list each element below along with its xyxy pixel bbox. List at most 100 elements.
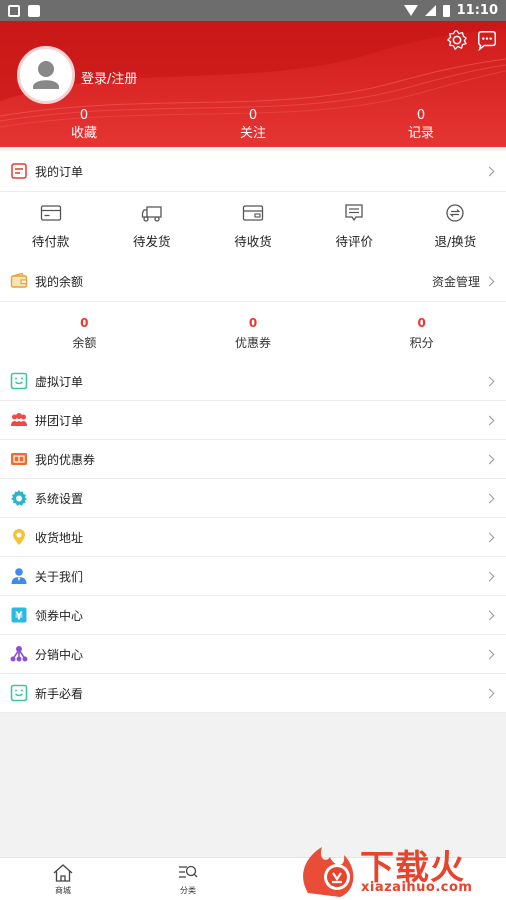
- chevron-right-icon: [484, 166, 495, 176]
- yuan-coupon-icon: ¥: [11, 607, 27, 623]
- truck-icon: [141, 206, 162, 222]
- menu-label: 系统设置: [35, 491, 84, 506]
- pending-receipt-button[interactable]: 待收货: [202, 192, 303, 261]
- points-value: 0: [417, 315, 426, 330]
- tab-label: 分类: [180, 886, 196, 895]
- group-buy-icon: [11, 413, 27, 426]
- my-orders-row[interactable]: 我的订单: [0, 151, 506, 191]
- my-balance-row[interactable]: 我的余额 资金管理: [0, 261, 506, 301]
- card-receive-icon: [242, 205, 264, 221]
- gear-icon[interactable]: [446, 29, 468, 51]
- my-balance-label: 我的余额: [35, 274, 84, 289]
- menu-label: 我的优惠券: [35, 452, 96, 467]
- fund-management-label: 资金管理: [431, 274, 480, 289]
- clock: 11:10: [456, 3, 498, 18]
- menu-item-group-orders[interactable]: 拼团订单: [0, 401, 506, 440]
- tab-label: 商城: [55, 886, 71, 895]
- chevron-right-icon: [484, 454, 495, 464]
- chevron-right-icon: [484, 276, 495, 286]
- balance-stats: 0 余额 0 优惠券 0 积分: [0, 302, 506, 364]
- menu-label: 关于我们: [35, 569, 84, 584]
- my-orders-label: 我的订单: [35, 164, 84, 179]
- balance-value: 0: [80, 315, 89, 330]
- following-stat[interactable]: 0 关注: [213, 107, 293, 143]
- battery-icon: [442, 4, 450, 17]
- fund-management-link[interactable]: 资金管理: [432, 273, 496, 290]
- balance-label: 余额: [72, 335, 97, 350]
- watermark-url: xiazaihuo.com: [361, 880, 473, 895]
- wifi-icon: [403, 5, 418, 16]
- tab-category[interactable]: 分类: [163, 863, 213, 896]
- network-icon: [10, 646, 28, 662]
- menu-list: 虚拟订单 拼团订单 我的优惠券 系统设置 收货地址 关于我们 ¥ 领券中心 分销…: [0, 362, 506, 713]
- menu-item-distribution-center[interactable]: 分销中心: [0, 635, 506, 674]
- menu-item-beginner-guide[interactable]: 新手必看: [0, 674, 506, 713]
- virtual-order-icon: [10, 372, 28, 390]
- status-bar: 11:10: [0, 0, 506, 21]
- svg-text:¥: ¥: [15, 610, 23, 623]
- orders-card: 我的订单 待付款 待发货 待收货 待评价 退/换货: [0, 151, 506, 261]
- notification-icon: [8, 4, 20, 17]
- return-exchange-label: 退/换货: [434, 234, 477, 249]
- category-search-icon: [179, 865, 198, 878]
- history-stat[interactable]: 0 记录: [381, 107, 461, 143]
- history-count: 0: [416, 108, 426, 123]
- favorites-count: 0: [79, 108, 89, 123]
- avatar[interactable]: [17, 46, 75, 104]
- following-count: 0: [248, 108, 258, 123]
- login-register-link[interactable]: 登录/注册: [81, 68, 137, 87]
- wallet-card-icon: [40, 205, 61, 221]
- image-notification-icon: [28, 4, 40, 17]
- chevron-right-icon: [484, 493, 495, 503]
- pending-review-label: 待评价: [335, 234, 373, 249]
- menu-label: 收货地址: [35, 530, 84, 545]
- guide-icon: [10, 684, 28, 702]
- pending-shipment-label: 待发货: [133, 234, 171, 249]
- gear-icon: [11, 490, 27, 506]
- chevron-right-icon: [484, 415, 495, 425]
- menu-item-shipping-address[interactable]: 收货地址: [0, 518, 506, 557]
- chevron-right-icon: [484, 649, 495, 659]
- profile-header: 登录/注册 0 收藏 0 关注 0 记录: [0, 21, 506, 147]
- default-avatar-icon: [33, 61, 59, 89]
- chevron-right-icon: [484, 376, 495, 386]
- coupons-stat[interactable]: 0 优惠券: [169, 302, 338, 364]
- chevron-right-icon: [484, 532, 495, 542]
- favorites-label: 收藏: [70, 126, 97, 141]
- menu-item-virtual-orders[interactable]: 虚拟订单: [0, 362, 506, 401]
- coupons-value: 0: [248, 315, 258, 330]
- coupon-icon: [11, 453, 27, 465]
- menu-label: 新手必看: [35, 686, 84, 701]
- comment-icon: [345, 204, 363, 222]
- pending-payment-label: 待付款: [31, 234, 70, 249]
- pending-payment-button[interactable]: 待付款: [0, 192, 101, 261]
- pending-review-button[interactable]: 待评价: [304, 192, 405, 261]
- chevron-right-icon: [484, 688, 495, 698]
- return-exchange-button[interactable]: 退/换货: [405, 192, 506, 261]
- chevron-right-icon: [484, 571, 495, 581]
- menu-item-system-settings[interactable]: 系统设置: [0, 479, 506, 518]
- profile-page: 11:10 登录/注册 0 收藏 0 关注 0 记录 我的订单 待付款 待发货 …: [0, 0, 506, 900]
- balance-stat[interactable]: 0 余额: [0, 302, 169, 364]
- message-icon[interactable]: [476, 29, 498, 51]
- menu-label: 虚拟订单: [35, 374, 84, 389]
- menu-label: 分销中心: [35, 647, 84, 662]
- points-stat[interactable]: 0 积分: [337, 302, 506, 364]
- menu-item-my-coupons[interactable]: 我的优惠券: [0, 440, 506, 479]
- order-status-bar: 待付款 待发货 待收货 待评价 退/换货: [0, 192, 506, 261]
- menu-label: 拼团订单: [35, 413, 84, 428]
- return-exchange-icon: [446, 204, 465, 222]
- order-list-icon: [11, 163, 27, 179]
- home-icon: [53, 864, 73, 882]
- pending-receipt-label: 待收货: [234, 234, 272, 249]
- pending-shipment-button[interactable]: 待发货: [101, 192, 202, 261]
- history-label: 记录: [407, 126, 434, 141]
- favorites-stat[interactable]: 0 收藏: [44, 107, 124, 143]
- menu-item-about-us[interactable]: 关于我们: [0, 557, 506, 596]
- tab-mall[interactable]: 商城: [38, 863, 88, 896]
- following-label: 关注: [239, 126, 266, 141]
- person-icon: [11, 568, 27, 584]
- chevron-right-icon: [484, 610, 495, 620]
- menu-label: 领券中心: [35, 608, 84, 623]
- menu-item-coupon-center[interactable]: ¥ 领券中心: [0, 596, 506, 635]
